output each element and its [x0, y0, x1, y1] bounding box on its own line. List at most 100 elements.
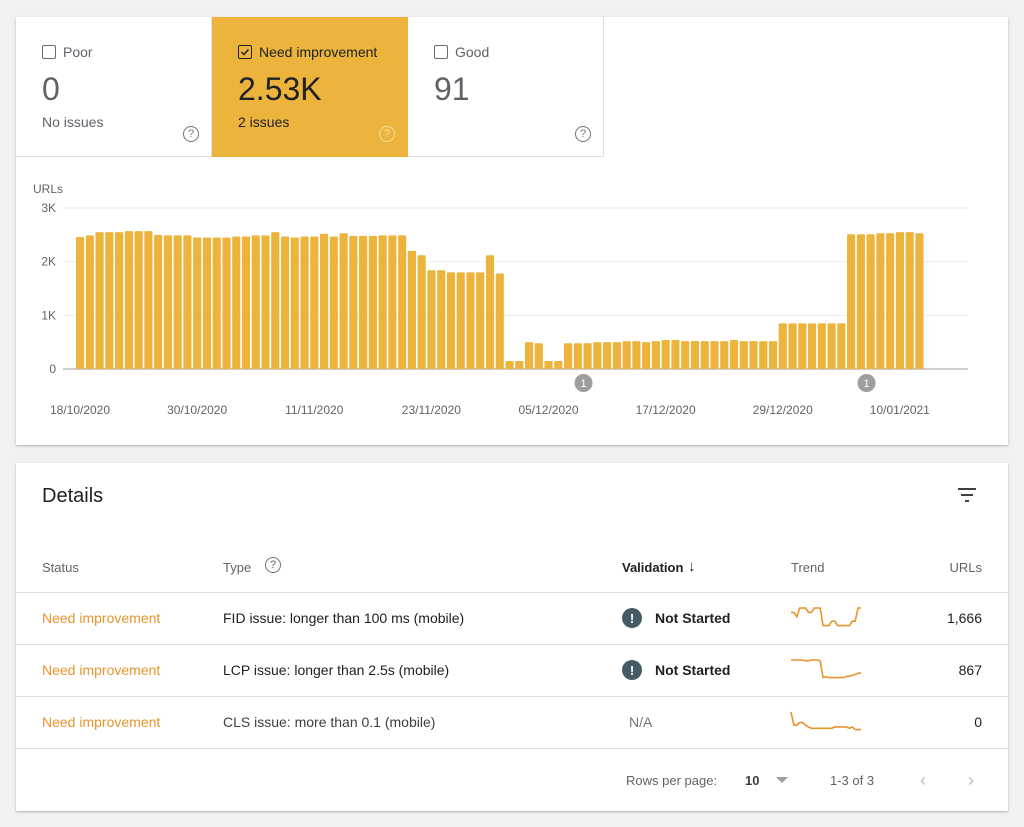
chart-bar[interactable]	[349, 235, 358, 369]
chart-bar[interactable]	[144, 231, 153, 369]
chart-bar[interactable]	[359, 235, 368, 369]
col-header-type[interactable]: Type	[223, 560, 251, 575]
chart-bar[interactable]	[739, 341, 748, 369]
chart-bar[interactable]	[95, 232, 104, 369]
chart-bar[interactable]	[651, 341, 660, 369]
chart-bar[interactable]	[193, 237, 202, 369]
tile-poor[interactable]: Poor 0 No issues ?	[16, 17, 212, 157]
chart-bar[interactable]	[232, 236, 241, 369]
checkbox-unchecked-icon[interactable]	[434, 45, 448, 59]
chart-bar[interactable]	[329, 236, 338, 369]
chart-bar[interactable]	[856, 234, 865, 369]
chart-bar[interactable]	[808, 323, 817, 369]
table-row[interactable]: Need improvement FID issue: longer than 1…	[16, 593, 1008, 645]
help-icon[interactable]: ?	[575, 126, 591, 142]
chart-bar[interactable]	[320, 233, 329, 369]
chart-bar[interactable]	[456, 272, 465, 369]
chart-bar[interactable]	[729, 340, 739, 369]
chart-bar[interactable]	[76, 236, 85, 369]
chart-bar[interactable]	[612, 342, 621, 369]
filter-icon[interactable]	[958, 487, 978, 503]
col-header-status[interactable]: Status	[42, 560, 79, 575]
chart-bar[interactable]	[183, 235, 192, 369]
chart-bar[interactable]	[222, 237, 231, 369]
chart-bar[interactable]	[847, 234, 856, 369]
chart-bar[interactable]	[681, 341, 690, 369]
chart-bar[interactable]	[446, 272, 456, 369]
chart-bar[interactable]	[505, 360, 514, 369]
chart-bar[interactable]	[817, 323, 826, 369]
dropdown-arrow-icon[interactable]	[776, 777, 788, 783]
chart-bar[interactable]	[583, 343, 592, 369]
chart-bar[interactable]	[768, 341, 778, 369]
chart-bar[interactable]	[202, 237, 212, 369]
chart-bar[interactable]	[417, 255, 426, 369]
sort-arrow-down-icon[interactable]: ↓	[688, 558, 696, 575]
chart-bar[interactable]	[593, 342, 602, 369]
chart-bar[interactable]	[339, 233, 348, 369]
checkbox-unchecked-icon[interactable]	[42, 45, 56, 59]
chart-bar[interactable]	[154, 234, 163, 369]
chart-bar[interactable]	[280, 236, 290, 369]
chart-bar[interactable]	[827, 323, 836, 369]
chart-bar[interactable]	[368, 235, 377, 369]
chart-bar[interactable]	[622, 341, 631, 369]
chart-bar[interactable]	[485, 255, 495, 369]
chart-bar[interactable]	[398, 235, 407, 369]
chart-bar[interactable]	[271, 232, 280, 369]
chart-bar[interactable]	[241, 236, 251, 369]
chart-bar[interactable]	[534, 343, 543, 369]
chart-bar[interactable]	[603, 342, 612, 369]
checkbox-checked-icon[interactable]	[238, 45, 252, 59]
chart-bar[interactable]	[905, 232, 914, 369]
chart-bar[interactable]	[163, 235, 172, 369]
chart-bar[interactable]	[134, 231, 143, 369]
chart-bar[interactable]	[632, 341, 641, 369]
tile-need-improvement[interactable]: Need improvement 2.53K 2 issues ?	[212, 17, 408, 157]
chart-bar[interactable]	[700, 341, 709, 369]
chart-bar[interactable]	[105, 232, 114, 369]
chart-bar[interactable]	[554, 360, 563, 369]
chart-bar[interactable]	[290, 237, 299, 369]
chart-bar[interactable]	[310, 236, 319, 369]
chart-bar[interactable]	[124, 231, 133, 369]
chart-bar[interactable]	[837, 323, 846, 369]
chart-bar[interactable]	[212, 237, 221, 369]
chart-bar[interactable]	[661, 340, 670, 369]
chart-bar[interactable]	[476, 272, 485, 369]
chart-bar[interactable]	[378, 235, 387, 369]
chart-bar[interactable]	[866, 234, 875, 369]
help-icon[interactable]: ?	[379, 126, 395, 142]
chart-bar[interactable]	[524, 342, 534, 369]
chart-bar[interactable]	[427, 270, 436, 369]
chart-bar[interactable]	[515, 360, 524, 369]
chart-bar[interactable]	[388, 235, 397, 369]
chart-bar[interactable]	[749, 341, 758, 369]
chart-bar[interactable]	[710, 341, 719, 369]
chart-bar[interactable]	[778, 323, 787, 369]
tile-good[interactable]: Good 91 ?	[408, 17, 604, 157]
chart-bar[interactable]	[300, 236, 309, 369]
table-row[interactable]: Need improvement LCP issue: longer than 2…	[16, 645, 1008, 697]
chart-bar[interactable]	[915, 233, 924, 369]
chart-bar[interactable]	[564, 343, 573, 369]
chart-bar[interactable]	[876, 233, 885, 369]
chart-bar[interactable]	[173, 235, 182, 369]
chart-bar[interactable]	[759, 341, 768, 369]
chart-bar[interactable]	[466, 272, 475, 369]
chart-bar[interactable]	[642, 342, 651, 369]
col-header-urls[interactable]: URLs	[949, 560, 982, 575]
prev-page-icon[interactable]: ‹	[920, 770, 926, 791]
table-row[interactable]: Need improvement CLS issue: more than 0.1…	[16, 697, 1008, 749]
chart-bar[interactable]	[85, 235, 94, 369]
help-icon[interactable]: ?	[265, 557, 281, 573]
chart-bar[interactable]	[720, 341, 729, 369]
chart-bar[interactable]	[671, 340, 680, 369]
chart-bar[interactable]	[437, 270, 446, 369]
col-header-validation[interactable]: Validation	[622, 560, 683, 575]
next-page-icon[interactable]: ›	[968, 770, 974, 791]
chart-bar[interactable]	[788, 323, 797, 369]
chart-bar[interactable]	[495, 273, 504, 369]
chart-bar[interactable]	[690, 341, 700, 369]
chart-bar[interactable]	[115, 232, 124, 369]
